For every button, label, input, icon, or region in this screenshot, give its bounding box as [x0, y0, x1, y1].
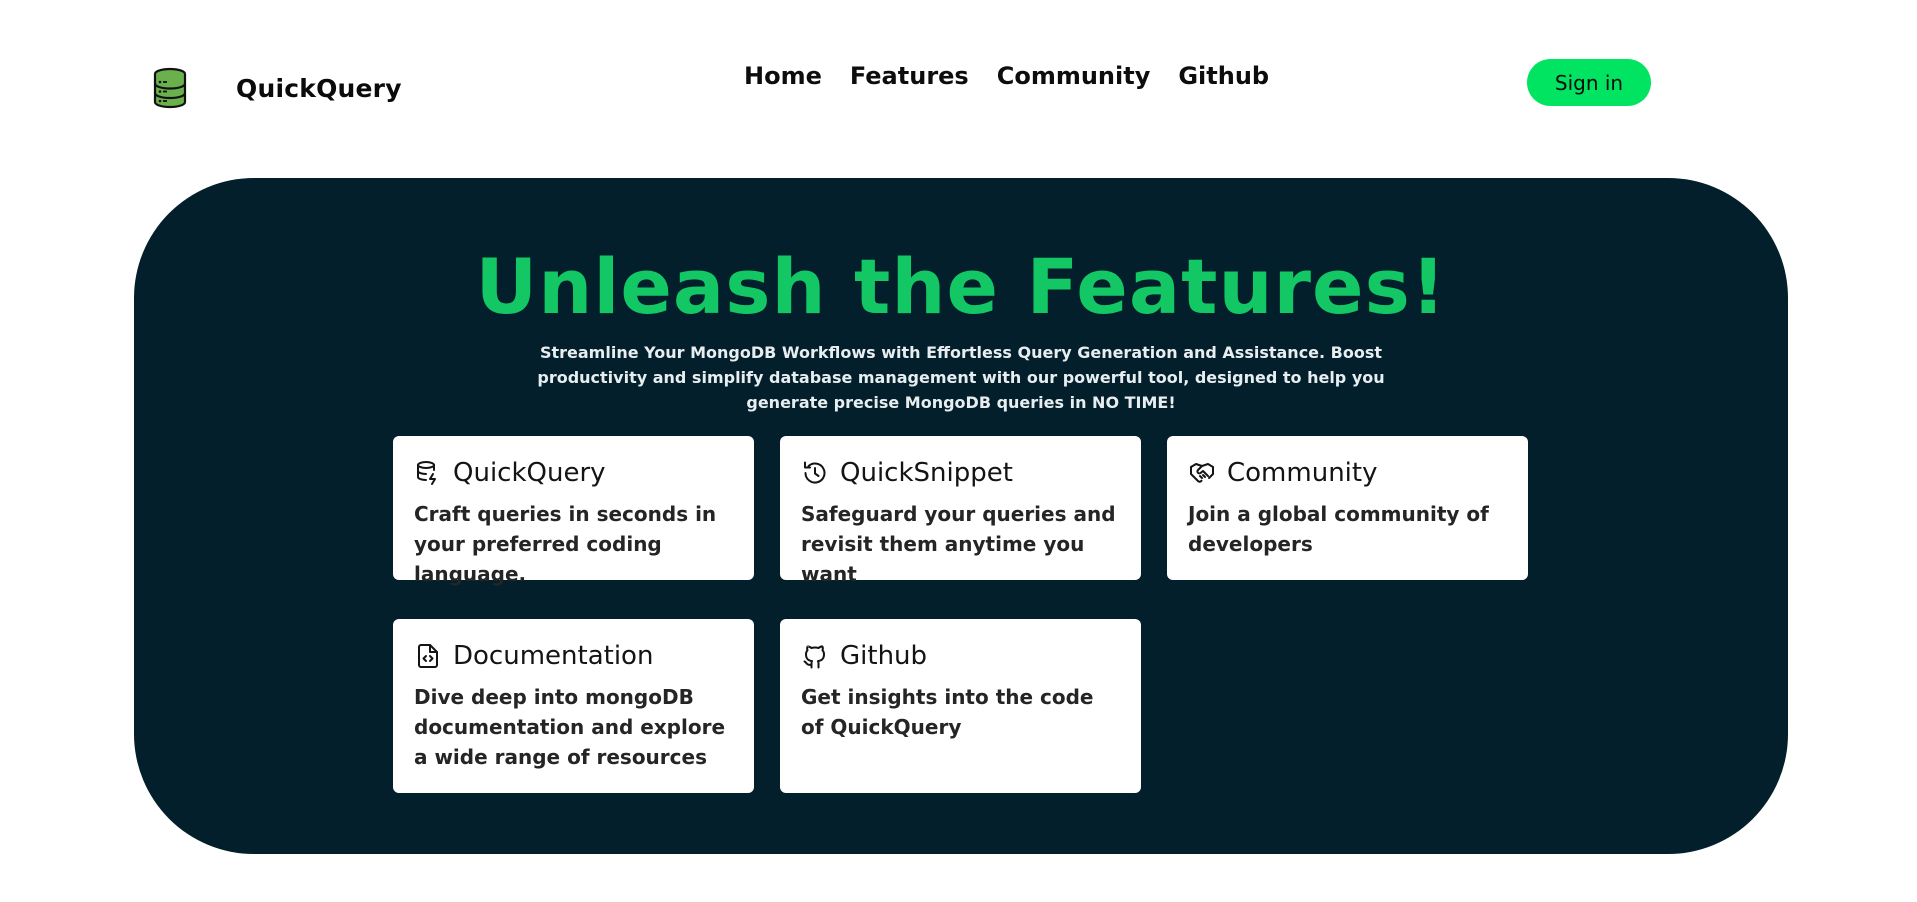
card-header: Github: [801, 641, 1121, 671]
card-description: Dive deep into mongoDB documentation and…: [414, 685, 726, 769]
card-description: Craft queries in seconds in your preferr…: [414, 502, 717, 586]
feature-card-quickquery[interactable]: QuickQuery Craft queries in seconds in y…: [393, 436, 754, 586]
card-title: QuickSnippet: [840, 458, 1013, 488]
feature-card-documentation[interactable]: Documentation Dive deep into mongoDB doc…: [393, 619, 754, 793]
features-hero: Unleash the Features! Streamline Your Mo…: [134, 178, 1788, 854]
handshake-icon: [1190, 463, 1214, 483]
card-header: Community: [1188, 458, 1508, 488]
history-icon: [804, 461, 826, 484]
main-nav: Home Features Community Github: [744, 62, 1269, 90]
nav-home[interactable]: Home: [744, 62, 822, 90]
card-header: QuickSnippet: [801, 458, 1121, 488]
feature-card-quicksnippet[interactable]: QuickSnippet Safeguard your queries and …: [780, 436, 1141, 586]
nav-features[interactable]: Features: [850, 62, 969, 90]
card-header: Documentation: [414, 641, 734, 671]
github-icon: [803, 645, 825, 669]
nav-github[interactable]: Github: [1178, 62, 1269, 90]
feature-card-github[interactable]: Github Get insights into the code of Qui…: [780, 619, 1141, 793]
card-header: QuickQuery: [414, 458, 734, 488]
brand[interactable]: QuickQuery: [152, 67, 402, 109]
site-header: QuickQuery Home Features Community Githu…: [0, 0, 1917, 130]
hero-subtitle: Streamline Your MongoDB Workflows with E…: [537, 343, 1385, 412]
hero-title: Unleash the Features!: [475, 242, 1447, 331]
card-title: Documentation: [453, 641, 654, 671]
nav-community[interactable]: Community: [997, 62, 1151, 90]
card-title: QuickQuery: [453, 458, 606, 488]
card-description: Safeguard your queries and revisit them …: [801, 502, 1116, 586]
card-description: Join a global community of developers: [1188, 502, 1489, 556]
card-description: Get insights into the code of QuickQuery: [801, 685, 1094, 739]
sign-in-button[interactable]: Sign in: [1527, 59, 1651, 106]
database-icon: [153, 67, 187, 109]
file-code-icon: [418, 644, 438, 668]
database-bolt-icon: [417, 461, 436, 485]
card-title: Github: [840, 641, 928, 671]
card-title: Community: [1227, 458, 1378, 488]
feature-card-community[interactable]: Community Join a global community of dev…: [1167, 436, 1528, 580]
brand-name: QuickQuery: [236, 73, 402, 103]
